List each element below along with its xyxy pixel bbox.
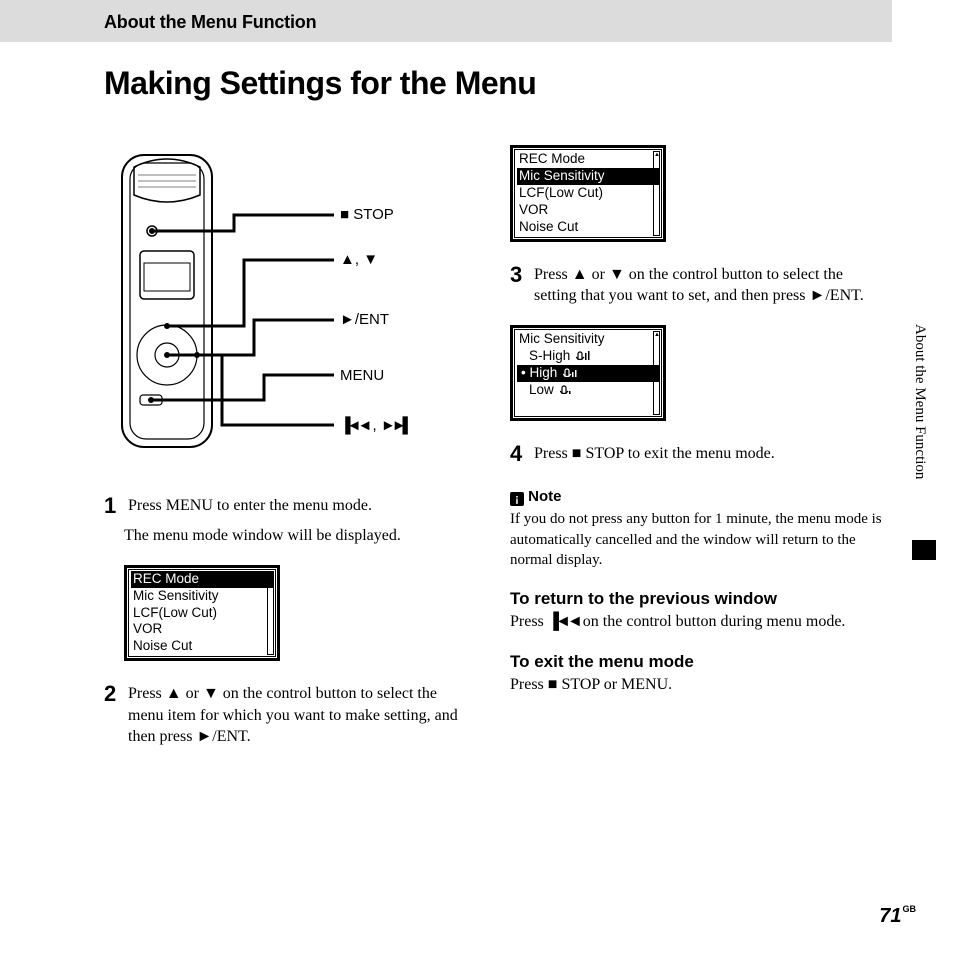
screen1-row0: REC Mode — [131, 571, 273, 588]
note-body: If you do not press any button for 1 min… — [510, 509, 890, 570]
stop-icon: ■ — [340, 206, 349, 223]
play-icon: ► — [810, 287, 826, 304]
step-1-num: 1 — [104, 491, 124, 521]
right-column: REC Mode Mic Sensitivity LCF(Low Cut) VO… — [510, 145, 890, 765]
callout-stop: ■ STOP — [340, 205, 394, 225]
screen3-title: Mic Sensitivity — [517, 331, 659, 348]
step-3-body: Press ▲ or ▼ on the control button to se… — [534, 260, 874, 307]
stop-icon: ■ — [572, 445, 582, 462]
prev-icon: ▐◄◄ — [548, 613, 579, 630]
page-title: Making Settings for the Menu — [104, 62, 954, 105]
step-3: 3 Press ▲ or ▼ on the control button to … — [510, 260, 890, 307]
screen2-scrollbar: ▲ — [653, 151, 660, 235]
exit-body: Press ■ STOP or MENU. — [510, 674, 890, 696]
side-index-mark — [912, 540, 936, 560]
screen2-row4: Noise Cut — [517, 219, 659, 236]
prev-icon: ▐◄◄ — [340, 417, 368, 434]
callout-prevnext: ▐◄◄ , ►►▌ — [340, 416, 409, 436]
step-1-sub: The menu mode window will be displayed. — [124, 525, 464, 547]
down-icon: ▼ — [203, 685, 219, 702]
step-3-num: 3 — [510, 260, 530, 290]
screen1-scrollbar: ▲ — [267, 571, 274, 655]
screen1-row1: Mic Sensitivity — [131, 588, 273, 605]
side-tab: About the Menu Function — [910, 324, 930, 479]
play-icon: ► — [340, 311, 355, 328]
note-icon: ¡ — [510, 492, 524, 506]
stop-icon: ■ — [548, 676, 558, 693]
up-icon: ▲ — [340, 251, 355, 268]
callout-menu: MENU — [340, 366, 384, 386]
up-icon: ▲ — [572, 266, 588, 283]
step-2-num: 2 — [104, 679, 124, 709]
exit-heading: To exit the menu mode — [510, 651, 890, 674]
step-4-body: Press ■ STOP to exit the menu mode. — [534, 439, 874, 465]
screen1-row4: Noise Cut — [131, 638, 273, 655]
page-number: 71GB — [879, 903, 916, 930]
play-icon: ► — [196, 728, 212, 745]
screen3-row0: S-High — [517, 348, 659, 365]
step-2: 2 Press ▲ or ▼ on the control button to … — [104, 679, 474, 748]
screen1-row3: VOR — [131, 621, 273, 638]
screen-menu-1: REC Mode Mic Sensitivity LCF(Low Cut) VO… — [124, 565, 280, 661]
return-body: Press ▐◄◄ on the control button during m… — [510, 611, 890, 633]
next-icon: ►►▌ — [381, 417, 409, 434]
callout-ent: ►/ENT — [340, 310, 389, 330]
device-illustration — [104, 145, 474, 465]
step-2-body: Press ▲ or ▼ on the control button to se… — [128, 679, 468, 748]
mic-icon — [560, 385, 576, 395]
step-1-body: Press MENU to enter the menu mode. — [128, 491, 468, 517]
screen2-row0: REC Mode — [517, 151, 659, 168]
screen3-scrollbar: ▲ — [653, 331, 660, 415]
left-column: ■ STOP ▲, ▼ ►/ENT MENU ▐◄◄ , ►►▌ 1 Press… — [104, 145, 474, 765]
down-icon: ▼ — [609, 266, 625, 283]
up-icon: ▲ — [166, 685, 182, 702]
step-1: 1 Press MENU to enter the menu mode. The… — [104, 491, 474, 546]
note-heading: ¡ Note — [510, 487, 890, 507]
screen-menu-2: REC Mode Mic Sensitivity LCF(Low Cut) VO… — [510, 145, 666, 241]
mic-icon — [563, 368, 579, 378]
section-header-text: About the Menu Function — [104, 12, 316, 32]
return-heading: To return to the previous window — [510, 588, 890, 611]
step-4-num: 4 — [510, 439, 530, 469]
down-icon: ▼ — [363, 251, 378, 268]
section-header: About the Menu Function — [0, 0, 892, 42]
device-figure: ■ STOP ▲, ▼ ►/ENT MENU ▐◄◄ , ►►▌ — [104, 145, 474, 465]
screen2-row3: VOR — [517, 202, 659, 219]
screen2-row2: LCF(Low Cut) — [517, 185, 659, 202]
screen2-row1: Mic Sensitivity — [517, 168, 659, 185]
screen3-row2: Low — [517, 382, 659, 399]
content-columns: ■ STOP ▲, ▼ ►/ENT MENU ▐◄◄ , ►►▌ 1 Press… — [0, 145, 954, 765]
screen3-row1: • High — [517, 365, 659, 382]
mic-icon — [576, 351, 592, 361]
screen1-row2: LCF(Low Cut) — [131, 605, 273, 622]
bullet-icon: • — [521, 365, 526, 380]
callout-updown: ▲, ▼ — [340, 250, 378, 270]
step-4: 4 Press ■ STOP to exit the menu mode. — [510, 439, 890, 469]
screen3-blank — [517, 399, 659, 416]
screen-menu-3: Mic Sensitivity S-High • High Low ▲ — [510, 325, 666, 421]
